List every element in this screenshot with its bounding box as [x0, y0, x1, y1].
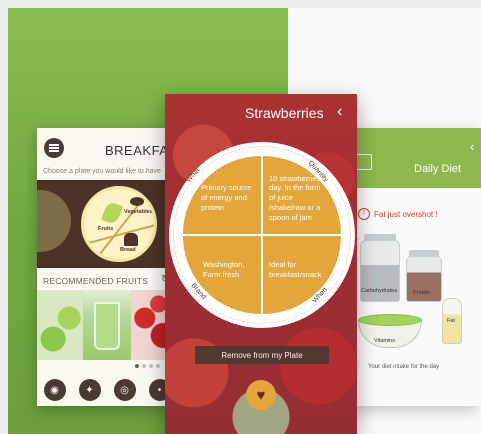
- diet-footer-text: Your diet intake for the day: [368, 364, 440, 370]
- carousel-dot[interactable]: [149, 364, 153, 368]
- carousel-dots: [135, 364, 160, 368]
- plate-icon[interactable]: ◉: [43, 379, 66, 401]
- quadrant-when-text: Ideal for breakfast/snack: [269, 260, 322, 279]
- quadrant-brand-text: Washington, Farm fresh: [203, 260, 245, 279]
- menu-button[interactable]: [44, 138, 64, 158]
- breakfast-header: BREAKFAS: [37, 128, 177, 166]
- recommended-fruits-list: [37, 290, 177, 360]
- breakfast-screen: BREAKFAS Choose a plate you would like t…: [37, 128, 177, 406]
- page-title: Daily Diet: [414, 163, 462, 175]
- plate-label-vegetables: Vegetables: [124, 209, 153, 215]
- juice-glass-image: [94, 302, 120, 350]
- carbohydrates-label: Carbohydrates: [361, 288, 398, 294]
- plate-option-selected[interactable]: Fruits Vegetables Bread: [81, 186, 157, 262]
- strawberries-screen: Strawberries ‹ Primary source of energy …: [165, 94, 357, 434]
- hamburger-icon: [49, 147, 59, 149]
- carousel-dot[interactable]: [135, 364, 139, 368]
- run-icon[interactable]: ✦: [78, 379, 101, 401]
- recommended-fruits-heading: RECOMMENDED FRUITS: [43, 276, 149, 286]
- fruit-card-juice[interactable]: [83, 290, 131, 360]
- carousel-dot[interactable]: [142, 364, 146, 368]
- bottom-nav: ◉ ✦ ◎ •: [37, 374, 177, 406]
- plate-label-fruits: Fruits: [98, 226, 114, 232]
- leaf-icon: [101, 200, 123, 226]
- back-icon[interactable]: ‹: [337, 103, 342, 121]
- fruit-card-apples[interactable]: [37, 290, 83, 360]
- alert-text: Fat just overshot !: [374, 209, 438, 219]
- fat-alert: ! Fat just overshot !: [358, 208, 438, 220]
- vitamins-bowl-fill: [358, 314, 422, 326]
- fat-label: Fat: [447, 318, 455, 324]
- daily-diet-header: ‹ Daily Diet: [350, 128, 481, 188]
- calendar-icon[interactable]: [356, 154, 372, 170]
- eye-icon[interactable]: ◎: [113, 379, 136, 401]
- eye-icon: [130, 197, 144, 206]
- plate-label-bread: Bread: [120, 247, 136, 253]
- remove-from-plate-button[interactable]: Remove from my Plate: [195, 346, 329, 364]
- daily-diet-screen: ‹ Daily Diet ! Fat just overshot ! Carbo…: [350, 128, 481, 406]
- quadrant-quantity-text: 10 strawberries a day. In the form of ju…: [269, 173, 327, 222]
- alarm-icon: !: [358, 208, 370, 220]
- protein-label: Protein: [413, 290, 431, 296]
- quadrant-what-text: Primary source of energy and protein: [201, 183, 252, 212]
- page-title: Strawberries: [245, 105, 324, 121]
- vitamins-label: Vitamins: [374, 338, 395, 344]
- plate-instruction: Choose a plate you would like to have: [43, 168, 161, 175]
- bread-icon: [124, 233, 138, 246]
- heart-icon[interactable]: ♥: [246, 380, 276, 410]
- carousel-dot[interactable]: [156, 364, 160, 368]
- back-icon[interactable]: ‹: [470, 139, 474, 154]
